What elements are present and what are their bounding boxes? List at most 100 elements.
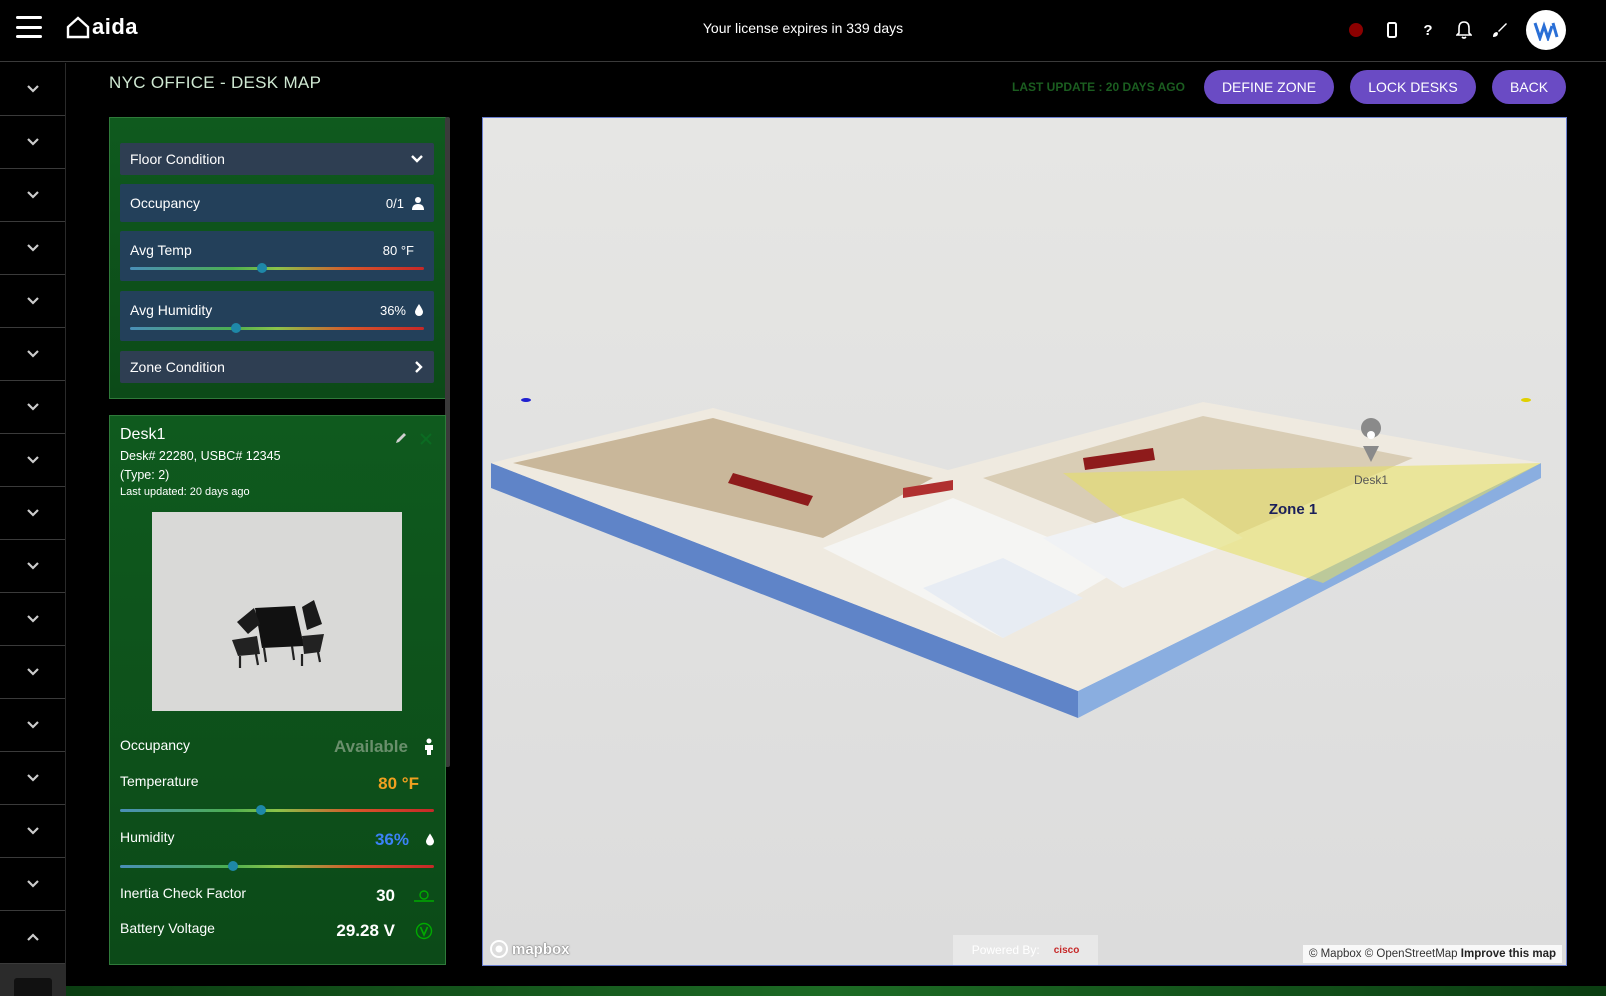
zone-condition-row[interactable]: Zone Condition: [120, 351, 434, 383]
person-icon: [412, 197, 424, 210]
inertia-value: 30: [376, 886, 395, 905]
chevron-up-icon: [26, 933, 39, 941]
mapbox-icon: [490, 940, 508, 958]
slider-thumb[interactable]: [256, 805, 266, 815]
floor-condition-label: Floor Condition: [130, 151, 225, 167]
avg-humidity-row: Avg Humidity 36%: [120, 291, 434, 341]
mapbox-logo[interactable]: mapbox: [489, 939, 570, 959]
standing-person-icon: [425, 738, 433, 755]
slider-thumb[interactable]: [257, 263, 267, 273]
cisco-logo: cisco: [1053, 944, 1080, 956]
status-dot-icon[interactable]: [1346, 20, 1366, 40]
inertia-icon: [414, 890, 434, 902]
chevron-down-icon: [26, 456, 39, 464]
chevron-down-icon: [26, 244, 39, 252]
bell-icon[interactable]: [1454, 20, 1474, 40]
improve-map-link[interactable]: Improve this map: [1461, 948, 1556, 960]
chevron-down-icon: [26, 403, 39, 411]
sidebar-item[interactable]: [0, 858, 65, 911]
chevron-down-icon: [26, 509, 39, 517]
chevron-down-icon: [26, 297, 39, 305]
last-update: LAST UPDATE : 20 DAYS AGO: [1012, 80, 1185, 94]
chevron-down-icon: [26, 138, 39, 146]
occupancy-value: 0/1: [385, 196, 404, 211]
sidebar-item[interactable]: [0, 752, 65, 805]
chevron-down-icon: [26, 350, 39, 358]
attribution-text[interactable]: © Mapbox © OpenStreetMap: [1309, 948, 1458, 960]
sidebar-item[interactable]: [0, 487, 65, 540]
chevron-down-icon: [411, 155, 423, 163]
map-pin-label[interactable]: Desk1: [1354, 473, 1388, 487]
sidebar-collapse[interactable]: [0, 911, 65, 964]
inertia-label: Inertia Check Factor: [120, 885, 247, 901]
desk-image: [152, 512, 402, 711]
droplet-icon: [426, 833, 434, 846]
avatar[interactable]: [1526, 10, 1566, 50]
avg-humidity-value: 36%: [379, 303, 406, 318]
sidebar-item[interactable]: [0, 593, 65, 646]
desk-temperature-slider[interactable]: [120, 805, 434, 815]
powered-by: Powered By: cisco: [953, 935, 1098, 965]
sidebar-item[interactable]: [0, 169, 65, 222]
define-zone-button[interactable]: DEFINE ZONE: [1204, 70, 1334, 104]
sidebar-item[interactable]: [0, 699, 65, 752]
desk-humidity-label: Humidity: [120, 829, 175, 845]
desk-temperature-value: 80 °F: [378, 774, 419, 793]
lock-desks-button[interactable]: LOCK DESKS: [1350, 70, 1476, 104]
desk-type: (Type: 2): [120, 468, 170, 482]
droplet-icon: [415, 304, 423, 316]
avg-temp-label: Avg Temp: [130, 242, 192, 258]
occupancy-row: Occupancy 0/1: [120, 184, 434, 222]
sidebar-item[interactable]: [0, 275, 65, 328]
desk-ids: Desk# 22280, USBC# 12345: [120, 449, 281, 463]
avg-temp-slider[interactable]: [130, 263, 424, 273]
mobile-icon[interactable]: [1382, 20, 1402, 40]
desk-name: Desk1: [120, 426, 166, 443]
help-icon[interactable]: ?: [1418, 20, 1438, 40]
close-icon[interactable]: [420, 433, 432, 445]
desk-details-panel: Desk1 Desk# 22280, USBC# 12345 (Type: 2)…: [109, 415, 446, 965]
mapbox-logo-text: mapbox: [512, 940, 570, 958]
sidebar-item[interactable]: [0, 116, 65, 169]
sidebar: [0, 63, 66, 996]
chevron-down-icon: [26, 615, 39, 623]
chevron-down-icon: [26, 191, 39, 199]
edit-pencil-icon[interactable]: [394, 431, 408, 445]
floor-plan-3d[interactable]: Desk1 Zone 1: [483, 118, 1567, 966]
sidebar-item[interactable]: [0, 328, 65, 381]
sidebar-item[interactable]: [0, 646, 65, 699]
sidebar-item[interactable]: [0, 381, 65, 434]
sidebar-item[interactable]: [0, 63, 65, 116]
chevron-down-icon: [26, 827, 39, 835]
zone-condition-label: Zone Condition: [130, 359, 225, 375]
avg-humidity-slider[interactable]: [130, 323, 424, 333]
chevron-down-icon: [26, 668, 39, 676]
sidebar-item[interactable]: [0, 540, 65, 593]
slider-thumb[interactable]: [228, 861, 238, 871]
page-title: NYC OFFICE - DESK MAP: [109, 73, 322, 92]
back-button[interactable]: BACK: [1492, 70, 1566, 104]
sidebar-item[interactable]: [0, 434, 65, 487]
floor-condition-panel: Floor Condition Occupancy 0/1 Avg Temp 8…: [109, 117, 446, 399]
desk-temperature-label: Temperature: [120, 773, 199, 789]
zone-label[interactable]: Zone 1: [1269, 501, 1317, 518]
battery-voltage-label: Battery Voltage: [120, 920, 215, 936]
avg-humidity-label: Avg Humidity: [130, 302, 213, 318]
sidebar-item[interactable]: [0, 222, 65, 275]
chevron-down-icon: [26, 774, 39, 782]
map-attribution: © Mapbox © OpenStreetMap Improve this ma…: [1302, 945, 1562, 963]
floor-condition-dropdown[interactable]: Floor Condition: [120, 143, 434, 175]
sidebar-item[interactable]: [0, 805, 65, 858]
brush-icon[interactable]: [1490, 20, 1510, 40]
occupancy-label: Occupancy: [130, 195, 201, 211]
avg-temp-row: Avg Temp 80 °F: [120, 231, 434, 281]
chevron-right-icon: [415, 361, 423, 373]
avg-temp-value: 80 °F: [382, 243, 414, 258]
desk-occupancy-value: Available: [333, 737, 408, 756]
chevron-down-icon: [26, 721, 39, 729]
desk-humidity-slider[interactable]: [120, 861, 434, 871]
mini-logo: [14, 978, 52, 996]
desk-occupancy-label: Occupancy: [120, 737, 191, 753]
slider-thumb[interactable]: [231, 323, 241, 333]
floor-map[interactable]: Desk1 Zone 1 mapbox Powered By: cisco © …: [482, 117, 1567, 966]
